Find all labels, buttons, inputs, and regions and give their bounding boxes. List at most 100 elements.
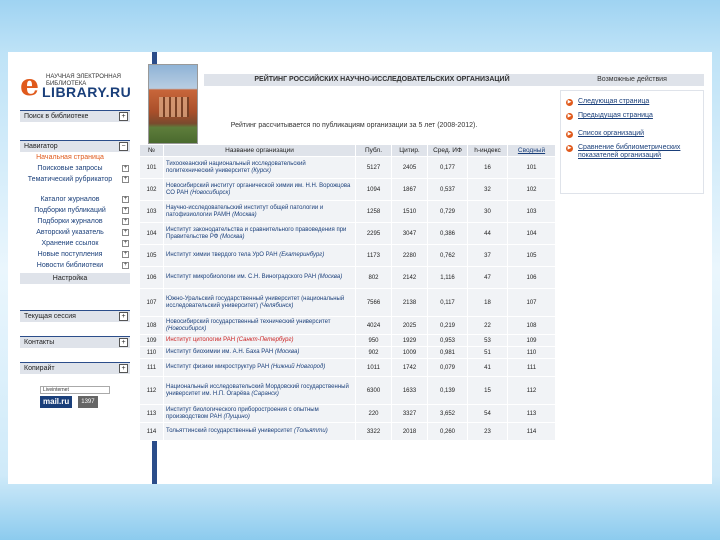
org-name-cell[interactable]: Институт физики микроструктур РАН (Нижни…	[163, 358, 356, 377]
expand-icon[interactable]: +	[122, 176, 129, 183]
org-name-link[interactable]: Институт физики микроструктур РАН	[166, 364, 269, 370]
org-name-link[interactable]: Институт цитологии РАН	[166, 337, 235, 343]
avg-if-cell: 0,386	[427, 222, 468, 245]
org-name-cell[interactable]: Институт биохимии им. А.Н. Баха РАН (Мос…	[163, 346, 356, 359]
col-avg-if[interactable]: Сред. ИФ	[427, 144, 468, 157]
col-citations[interactable]: Цитир.	[391, 144, 428, 157]
publications-cell: 6300	[355, 376, 392, 405]
org-name-cell[interactable]: Научно-исследовательский институт общей …	[163, 200, 356, 223]
expand-icon[interactable]: +	[119, 312, 128, 321]
expand-icon[interactable]: +	[122, 207, 129, 214]
next-page-link[interactable]: ▶ Следующая страница	[566, 98, 706, 106]
session-section-header[interactable]: Текущая сессия +	[20, 310, 130, 322]
col-number[interactable]: №	[139, 144, 164, 157]
org-city: (Санкт-Петербург)	[236, 337, 294, 343]
nav-item-label: Поисковые запросы	[37, 165, 103, 172]
expand-icon[interactable]: +	[122, 229, 129, 236]
publications-cell: 220	[355, 404, 392, 423]
expand-icon[interactable]: +	[122, 240, 129, 247]
org-list-link[interactable]: ▶ Список организаций	[566, 130, 706, 138]
org-name-link[interactable]: Южно-Уральский государственный университ…	[166, 296, 344, 309]
h-index-cell: 22	[467, 316, 508, 335]
expand-icon[interactable]: +	[122, 251, 129, 258]
org-name-link[interactable]: Институт законодательства и сравнительно…	[166, 227, 346, 240]
org-name-cell[interactable]: Институт биологического приборостроения …	[163, 404, 356, 423]
elibrary-logo[interactable]: e НАУЧНАЯ ЭЛЕКТРОННАЯ БИБЛИОТЕКА LIBRARY…	[20, 71, 136, 101]
nav-item-journal-sets[interactable]: Подборки журналов +	[20, 216, 130, 227]
nav-item-label: Хранение ссылок	[41, 240, 99, 247]
copyright-section-header[interactable]: Копирайт +	[20, 362, 130, 374]
nav-item-author-index[interactable]: Авторский указатель +	[20, 227, 130, 238]
prev-page-link[interactable]: ▶ Предыдущая страница	[566, 112, 706, 120]
org-name-link[interactable]: Институт химии твердого тела УрО РАН	[166, 252, 278, 258]
row-number: 108	[139, 316, 164, 335]
org-name-cell[interactable]: Национальный исследовательский Мордовски…	[163, 376, 356, 405]
h-index-cell: 23	[467, 422, 508, 441]
row-number: 102	[139, 178, 164, 201]
org-name-cell[interactable]: Институт микробиологии им. С.Н. Виноград…	[163, 266, 356, 289]
table-row: 103 Научно-исследовательский институт общ…	[139, 200, 556, 223]
contacts-section-header[interactable]: Контакты +	[20, 336, 130, 348]
expand-icon[interactable]: +	[119, 112, 128, 121]
citations-cell: 1929	[391, 334, 428, 347]
summary-cell: 103	[507, 200, 556, 223]
col-summary[interactable]: Сводный	[507, 144, 556, 157]
nav-item-label: Новые поступления	[37, 251, 103, 258]
org-name-link[interactable]: Институт микробиологии им. С.Н. Виноград…	[166, 274, 316, 280]
org-name-link[interactable]: Тихоокеанский национальный исследователь…	[166, 161, 306, 174]
avg-if-cell: 0,729	[427, 200, 468, 223]
counter-badges[interactable]: Liveinternet mail.ru 1397	[40, 386, 110, 410]
avg-if-cell: 1,116	[427, 266, 468, 289]
citations-cell: 1009	[391, 346, 428, 359]
action-label: Предыдущая страница	[578, 112, 653, 119]
nav-item-search-queries[interactable]: Поисковые запросы +	[20, 163, 130, 174]
avg-if-cell: 0,537	[427, 178, 468, 201]
org-name-link[interactable]: Институт биохимии им. А.Н. Баха РАН	[166, 349, 273, 355]
expand-icon[interactable]: +	[119, 338, 128, 347]
org-name-cell[interactable]: Новосибирский государственный технически…	[163, 316, 356, 335]
nav-item-journal-catalog[interactable]: Каталог журналов +	[20, 194, 130, 205]
org-name-link[interactable]: Тольяттинский государственный университе…	[166, 428, 292, 434]
nav-item-home[interactable]: Начальная страница	[20, 152, 130, 163]
col-h-index[interactable]: h-индекс	[467, 144, 508, 157]
collapse-icon[interactable]: −	[119, 142, 128, 151]
nav-item-rubricator[interactable]: Тематический рубрикатор +	[20, 174, 130, 194]
col-publications[interactable]: Публ.	[355, 144, 392, 157]
navigator-section-header[interactable]: Навигатор −	[20, 140, 130, 152]
org-name-link[interactable]: Новосибирский государственный технически…	[166, 319, 331, 325]
mailru-badge[interactable]: mail.ru	[40, 396, 73, 408]
avg-if-cell: 3,652	[427, 404, 468, 423]
expand-icon[interactable]: +	[119, 364, 128, 373]
liveinternet-badge[interactable]: Liveinternet	[40, 386, 110, 394]
org-name-cell[interactable]: Тихоокеанский национальный исследователь…	[163, 156, 356, 179]
expand-icon[interactable]: +	[122, 218, 129, 225]
nav-item-label: Тематический рубрикатор	[27, 176, 113, 183]
compare-orgs-link[interactable]: ▶ Сравнение библиометрических показателе…	[566, 144, 706, 160]
expand-icon[interactable]: +	[122, 165, 129, 172]
search-section-header[interactable]: Поиск в библиотеке +	[20, 110, 130, 122]
expand-icon[interactable]: +	[122, 262, 129, 269]
publications-cell: 4024	[355, 316, 392, 335]
nav-item-publication-sets[interactable]: Подборки публикаций +	[20, 205, 130, 216]
summary-cell: 106	[507, 266, 556, 289]
nav-item-label: Авторский указатель	[36, 229, 104, 236]
row-number: 104	[139, 222, 164, 245]
nav-item-new-arrivals[interactable]: Новые поступления +	[20, 249, 130, 260]
table-row: 104 Институт законодательства и сравнител…	[139, 222, 556, 245]
h-index-cell: 30	[467, 200, 508, 223]
nav-item-saved-links[interactable]: Хранение ссылок +	[20, 238, 130, 249]
org-name-cell[interactable]: Институт химии твердого тела УрО РАН (Ек…	[163, 244, 356, 267]
search-section-label: Поиск в библиотеке	[24, 113, 89, 120]
nav-item-settings[interactable]: Настройка	[20, 273, 130, 284]
org-name-cell[interactable]: Институт цитологии РАН (Санкт-Петербург)	[163, 334, 356, 347]
publications-cell: 3322	[355, 422, 392, 441]
col-org-name[interactable]: Название организации	[163, 144, 356, 157]
org-name-cell[interactable]: Институт законодательства и сравнительно…	[163, 222, 356, 245]
org-name-cell[interactable]: Южно-Уральский государственный университ…	[163, 288, 356, 317]
org-name-cell[interactable]: Тольяттинский государственный университе…	[163, 422, 356, 441]
summary-cell: 101	[507, 156, 556, 179]
expand-icon[interactable]: +	[122, 196, 129, 203]
avg-if-cell: 0,117	[427, 288, 468, 317]
nav-item-library-news[interactable]: Новости библиотеки +	[20, 260, 130, 271]
org-name-cell[interactable]: Новосибирский институт органической хими…	[163, 178, 356, 201]
